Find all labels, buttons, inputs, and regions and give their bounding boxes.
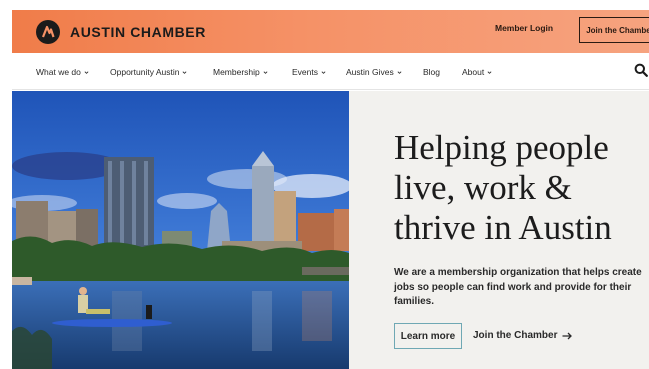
hero-image	[12, 91, 349, 369]
join-chamber-button[interactable]: Join the Chamber	[579, 17, 649, 43]
hero-headline: Helping people live, work & thrive in Au…	[394, 128, 644, 248]
search-icon[interactable]	[634, 63, 648, 77]
nav-item-opportunity-austin[interactable]: Opportunity Austin	[110, 67, 187, 77]
nav-item-label: Austin Gives	[346, 67, 394, 77]
member-login-link[interactable]: Member Login	[495, 23, 553, 33]
nav-item-events[interactable]: Events	[292, 67, 326, 77]
nav-item-label: What we do	[36, 67, 81, 77]
logo[interactable]: AUSTIN CHAMBER	[36, 19, 206, 44]
headline-line: thrive in Austin	[394, 208, 612, 247]
chevron-down-icon	[321, 70, 326, 74]
join-chamber-link[interactable]: Join the Chamber	[473, 330, 573, 341]
nav-item-label: Opportunity Austin	[110, 67, 180, 77]
arrow-right-icon	[562, 332, 573, 339]
brand-name: AUSTIN CHAMBER	[70, 23, 206, 40]
chevron-down-icon	[263, 70, 268, 74]
headline-line: Helping people	[394, 128, 609, 167]
chevron-down-icon	[397, 70, 402, 74]
chevron-down-icon	[84, 70, 89, 74]
nav-item-label: About	[462, 67, 485, 77]
nav-item-austin-gives[interactable]: Austin Gives	[346, 67, 402, 77]
hero-description: We are a membership organization that he…	[394, 267, 642, 307]
nav-item-membership[interactable]: Membership	[213, 67, 268, 77]
join-chamber-label: Join the Chamber	[473, 330, 558, 341]
main-nav: What we do Opportunity Austin Membership…	[12, 53, 649, 90]
chevron-down-icon	[487, 70, 492, 74]
top-bar: AUSTIN CHAMBER Member Login Join the Cha…	[12, 10, 649, 53]
nav-item-label: Membership	[213, 67, 260, 77]
headline-line: live, work &	[394, 168, 572, 207]
nav-item-about[interactable]: About	[462, 67, 492, 77]
learn-more-button[interactable]: Learn more	[394, 323, 462, 349]
nav-item-blog[interactable]: Blog	[423, 67, 440, 77]
chevron-down-icon	[183, 70, 187, 74]
austin-skyline-image	[12, 91, 349, 369]
logo-mark-icon	[36, 19, 60, 44]
nav-item-label: Blog	[423, 67, 441, 77]
nav-item-label: Events	[292, 67, 318, 77]
nav-item-what-we-do[interactable]: What we do	[36, 67, 89, 77]
